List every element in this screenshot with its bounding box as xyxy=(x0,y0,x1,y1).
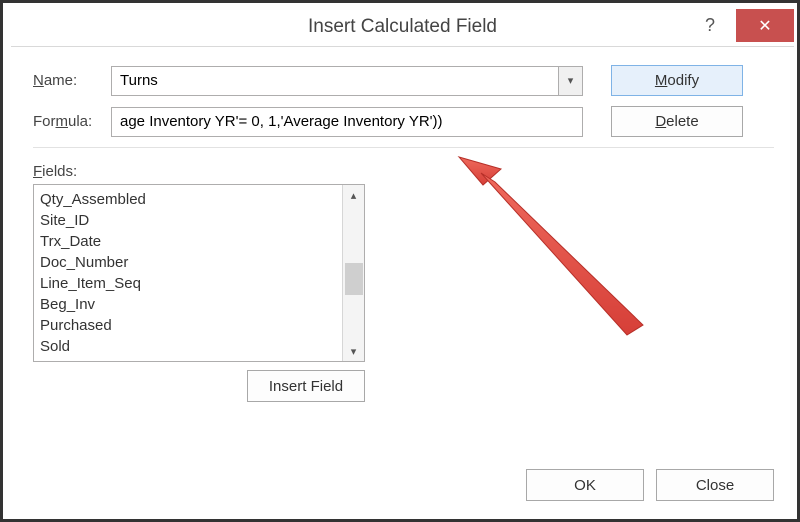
list-item[interactable]: Purchased xyxy=(40,315,336,336)
insert-field-button[interactable]: Insert Field xyxy=(247,370,365,402)
scroll-down-button[interactable]: ▾ xyxy=(343,341,364,361)
help-button[interactable]: ? xyxy=(684,9,736,42)
list-item[interactable]: Sold xyxy=(40,336,336,357)
list-item[interactable]: Site_ID xyxy=(40,210,336,231)
dialog-window: Insert Calculated Field ? ✕ Name: ▾ xyxy=(11,9,794,517)
ok-button[interactable]: OK xyxy=(526,469,644,501)
name-label: Name: xyxy=(33,72,111,89)
delete-button[interactable]: Delete xyxy=(611,106,743,137)
formula-input[interactable] xyxy=(111,107,583,137)
name-row: Name: ▾ Modify xyxy=(33,65,774,96)
list-item[interactable]: Line_Item_Seq xyxy=(40,273,336,294)
close-button[interactable]: Close xyxy=(656,469,774,501)
name-input[interactable] xyxy=(112,67,558,95)
window-close-button[interactable]: ✕ xyxy=(736,9,794,42)
fields-label: Fields: xyxy=(33,163,774,180)
titlebar-controls: ? ✕ xyxy=(684,9,794,42)
formula-label: Formula: xyxy=(33,113,111,130)
scroll-up-button[interactable]: ▴ xyxy=(343,185,364,205)
help-icon: ? xyxy=(705,15,715,36)
screenshot-frame: Insert Calculated Field ? ✕ Name: ▾ xyxy=(0,0,800,522)
fields-listbox[interactable]: Qty_Assembled Site_ID Trx_Date Doc_Numbe… xyxy=(33,184,365,362)
list-item[interactable]: Doc_Number xyxy=(40,252,336,273)
title-bar: Insert Calculated Field ? ✕ xyxy=(11,9,794,47)
list-item[interactable]: Beg_Inv xyxy=(40,294,336,315)
list-item[interactable]: Qty_Assembled xyxy=(40,189,336,210)
divider xyxy=(33,147,774,148)
dialog-footer: OK Close xyxy=(526,469,774,501)
scroll-thumb[interactable] xyxy=(345,263,363,295)
chevron-down-icon: ▾ xyxy=(351,345,357,358)
fields-list-content: Qty_Assembled Site_ID Trx_Date Doc_Numbe… xyxy=(34,185,342,361)
close-icon: ✕ xyxy=(758,16,771,36)
name-combobox[interactable]: ▾ xyxy=(111,66,583,96)
modify-button[interactable]: Modify xyxy=(611,65,743,96)
dialog-body: Name: ▾ Modify Formula: Delete Fields: Q xyxy=(11,47,794,402)
chevron-down-icon: ▾ xyxy=(568,74,574,87)
insert-field-row: Insert Field xyxy=(33,370,365,402)
name-dropdown-button[interactable]: ▾ xyxy=(558,67,582,95)
fields-scrollbar[interactable]: ▴ ▾ xyxy=(342,185,364,361)
formula-row: Formula: Delete xyxy=(33,106,774,137)
list-item[interactable]: Trx_Date xyxy=(40,231,336,252)
dialog-title: Insert Calculated Field xyxy=(11,16,794,38)
chevron-up-icon: ▴ xyxy=(351,189,357,202)
